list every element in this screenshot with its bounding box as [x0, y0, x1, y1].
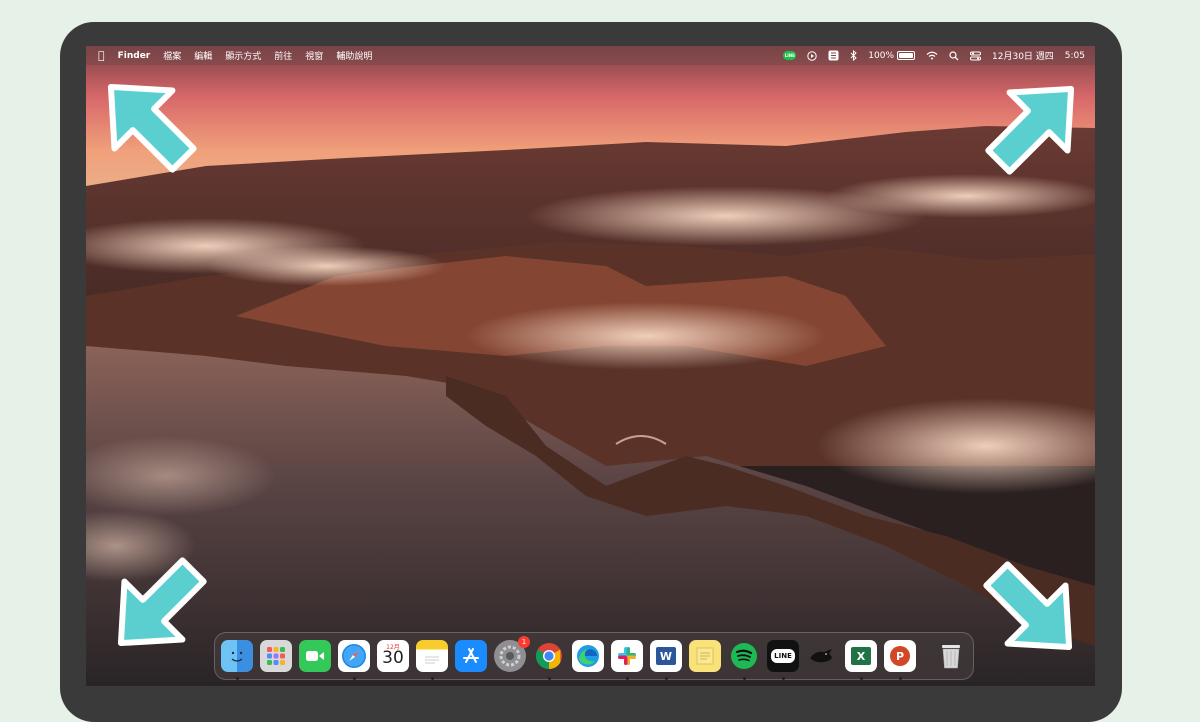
- menu-go[interactable]: 前往: [274, 49, 292, 62]
- notes-icon[interactable]: [416, 640, 448, 680]
- chrome-icon[interactable]: [533, 640, 565, 680]
- menu-app-name[interactable]: Finder: [118, 51, 151, 61]
- slack-icon[interactable]: [611, 640, 643, 680]
- line-status-icon[interactable]: LINE: [783, 51, 797, 60]
- running-indicator: [665, 677, 668, 680]
- dock: 12月 30 1 W LINE X P: [214, 632, 974, 680]
- play-icon[interactable]: [807, 50, 817, 61]
- bluetooth-icon[interactable]: [850, 50, 858, 61]
- finder-icon[interactable]: [221, 640, 253, 680]
- powerpoint-icon[interactable]: P: [884, 640, 916, 680]
- menu-window[interactable]: 視窗: [305, 49, 323, 62]
- running-indicator: [548, 677, 551, 680]
- menu-time[interactable]: 5:05: [1065, 51, 1085, 61]
- menu-help[interactable]: 輔助說明: [336, 49, 372, 62]
- powerpoint-letter: P: [890, 646, 910, 666]
- edge-icon[interactable]: [572, 640, 604, 672]
- running-indicator: [743, 677, 746, 680]
- calendar-icon[interactable]: 12月 30: [377, 640, 409, 672]
- launchpad-icon[interactable]: [260, 640, 292, 672]
- excel-letter: X: [851, 647, 871, 665]
- trash-icon[interactable]: [935, 640, 967, 672]
- expand-arrow-top-right-icon: [985, 85, 1075, 175]
- bird-app-icon[interactable]: [806, 640, 838, 672]
- app-store-icon[interactable]: [455, 640, 487, 672]
- running-indicator: [782, 677, 785, 680]
- menu-view[interactable]: 顯示方式: [225, 49, 261, 62]
- running-indicator: [353, 677, 356, 680]
- spotify-icon[interactable]: [728, 640, 760, 680]
- line-app-label: LINE: [771, 649, 795, 663]
- wifi-icon[interactable]: [926, 51, 938, 60]
- input-method-icon[interactable]: [828, 50, 839, 61]
- desktop-wallpaper: [86, 46, 1095, 686]
- expand-arrow-top-left-icon: [107, 83, 197, 173]
- expand-arrow-bottom-left-icon: [117, 557, 207, 647]
- calendar-day: 30: [382, 648, 404, 668]
- facetime-icon[interactable]: [299, 640, 331, 672]
- line-icon[interactable]: LINE: [767, 640, 799, 680]
- stickies-icon[interactable]: [689, 640, 721, 672]
- menu-bar:  Finder 檔案 編輯 顯示方式 前往 視窗 輔助說明 LINE 100%: [86, 46, 1095, 65]
- menu-date[interactable]: 12月30日 週四: [992, 49, 1054, 62]
- system-preferences-icon[interactable]: 1: [494, 636, 530, 672]
- running-indicator: [860, 677, 863, 680]
- battery-percent: 100%: [868, 50, 895, 61]
- word-icon[interactable]: W: [650, 640, 682, 680]
- running-indicator: [236, 677, 239, 680]
- control-center-icon[interactable]: [970, 51, 982, 61]
- excel-icon[interactable]: X: [845, 640, 877, 680]
- safari-icon[interactable]: [338, 640, 370, 680]
- line-status-label: LINE: [784, 53, 795, 58]
- expand-arrow-bottom-right-icon: [983, 561, 1073, 651]
- notification-badge: 1: [518, 636, 530, 648]
- menu-file[interactable]: 檔案: [163, 49, 181, 62]
- running-indicator: [899, 677, 902, 680]
- word-letter: W: [656, 647, 676, 665]
- battery-indicator[interactable]: 100%: [868, 50, 916, 61]
- apple-menu-icon[interactable]: : [98, 50, 105, 61]
- running-indicator: [431, 677, 434, 680]
- running-indicator: [626, 677, 629, 680]
- battery-icon: [897, 51, 916, 60]
- battery-fill: [899, 53, 914, 58]
- menu-edit[interactable]: 編輯: [194, 49, 212, 62]
- desktop-screen:  Finder 檔案 編輯 顯示方式 前往 視窗 輔助說明 LINE 100%: [86, 46, 1095, 686]
- spotlight-search-icon[interactable]: [949, 50, 959, 61]
